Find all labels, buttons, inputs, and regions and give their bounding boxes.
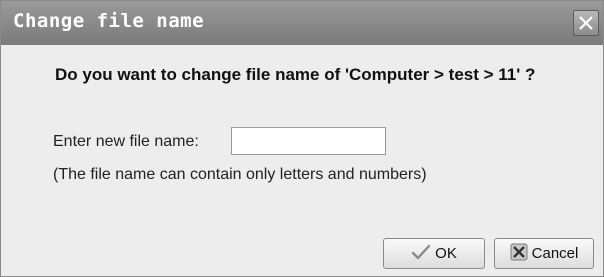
checkmark-icon xyxy=(411,244,431,264)
close-button[interactable] xyxy=(573,10,599,36)
cancel-button[interactable]: Cancel xyxy=(494,238,594,269)
dialog-title: Change file name xyxy=(13,10,205,32)
ok-button[interactable]: OK xyxy=(383,238,485,269)
new-file-name-label: Enter new file name: xyxy=(53,133,199,150)
confirmation-question: Do you want to change file name of 'Comp… xyxy=(55,65,536,84)
ok-button-label: OK xyxy=(435,245,457,262)
close-icon xyxy=(579,16,593,30)
new-file-name-input[interactable] xyxy=(231,127,386,155)
file-name-hint: (The file name can contain only letters … xyxy=(53,166,427,183)
cancel-button-label: Cancel xyxy=(531,245,579,262)
change-file-name-dialog: Change file name Do you want to change f… xyxy=(0,0,604,277)
cross-icon xyxy=(510,243,528,265)
title-bar[interactable]: Change file name xyxy=(1,1,603,45)
